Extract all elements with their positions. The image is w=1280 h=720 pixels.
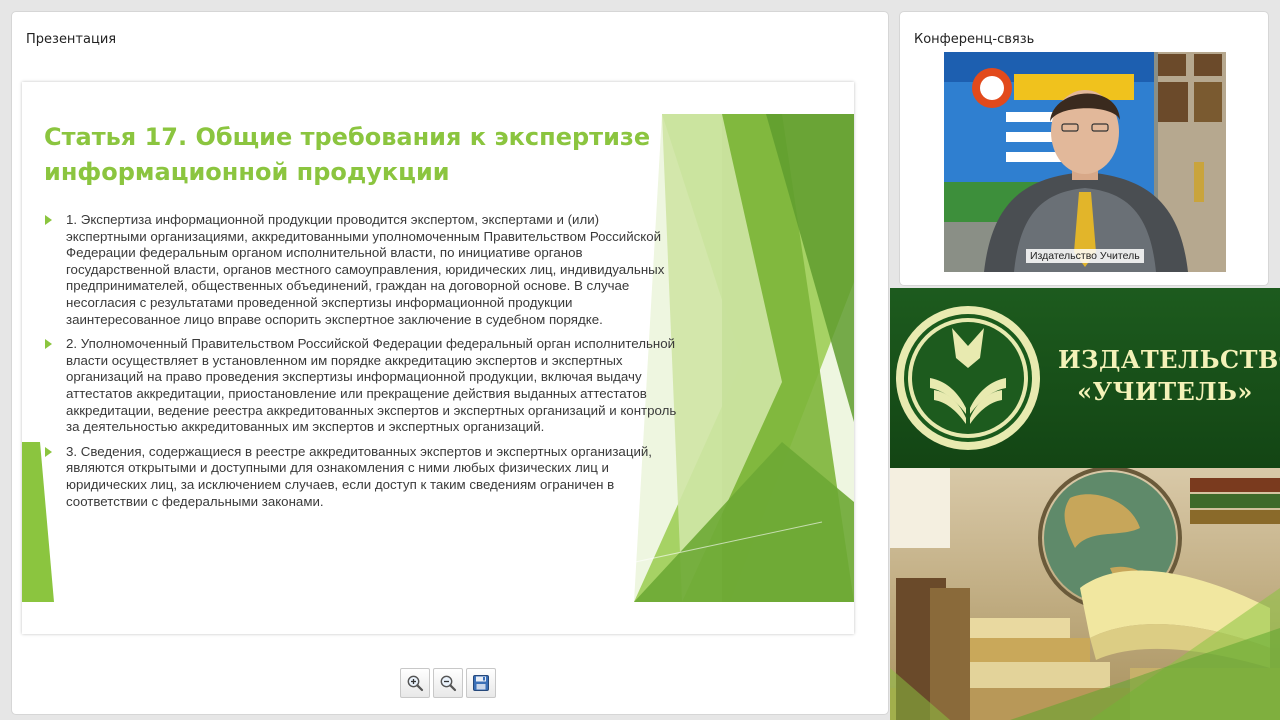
speaker-label: Издательство Учитель xyxy=(1026,249,1144,263)
publisher-banner: ИЗДАТЕЛЬСТВО «УЧИТЕЛЬ» xyxy=(890,288,1280,468)
publisher-brand-area: ИЗДАТЕЛЬСТВО «УЧИТЕЛЬ» xyxy=(890,288,1280,720)
slide-bullet-text: 2. Уполномоченный Правительством Российс… xyxy=(66,336,677,435)
publisher-name-line1: ИЗДАТЕЛЬСТВО xyxy=(1058,345,1280,374)
slide-toolbar xyxy=(400,668,496,698)
bullet-arrow-icon xyxy=(45,339,52,350)
publisher-name: ИЗДАТЕЛЬСТВО «УЧИТЕЛЬ» xyxy=(1058,344,1280,408)
zoom-in-button[interactable] xyxy=(400,668,430,698)
zoom-in-icon xyxy=(407,675,424,692)
zoom-out-button[interactable] xyxy=(433,668,463,698)
conference-panel-title: Конференц-связь xyxy=(914,32,1035,47)
publisher-logo-icon xyxy=(896,306,1040,450)
books-and-globe-image xyxy=(890,468,1280,720)
slide-bullet-text: 1. Экспертиза информационной продукции п… xyxy=(66,212,665,327)
conference-panel: Конференц-связь Издательство Учитель xyxy=(900,12,1268,285)
video-feed[interactable]: Издательство Учитель xyxy=(944,52,1226,272)
slide-bullet-item: 2. Уполномоченный Правительством Российс… xyxy=(45,336,678,436)
slide-bullet-item: 3. Сведения, содержащиеся в реестре аккр… xyxy=(45,443,678,510)
speaker-video-image xyxy=(944,52,1226,272)
presentation-panel-title: Презентация xyxy=(26,32,117,47)
bullet-arrow-icon xyxy=(45,446,52,457)
slide-bullet-item: 1. Экспертиза информационной продукции п… xyxy=(45,212,678,328)
slide-bullet-list: 1. Экспертиза информационной продукции п… xyxy=(45,212,678,518)
slide: Статья 17. Общие требования к экспертизе… xyxy=(22,82,854,634)
slide-title: Статья 17. Общие требования к экспертизе… xyxy=(44,123,651,186)
presentation-panel: Презентация Статья 17. Общие требования … xyxy=(12,12,888,714)
slide-bullet-text: 3. Сведения, содержащиеся в реестре аккр… xyxy=(66,443,652,509)
floppy-disk-icon xyxy=(473,675,489,691)
bullet-arrow-icon xyxy=(45,215,52,225)
zoom-out-icon xyxy=(440,675,457,692)
save-button[interactable] xyxy=(466,668,496,698)
publisher-name-line2: «УЧИТЕЛЬ» xyxy=(1077,377,1253,406)
